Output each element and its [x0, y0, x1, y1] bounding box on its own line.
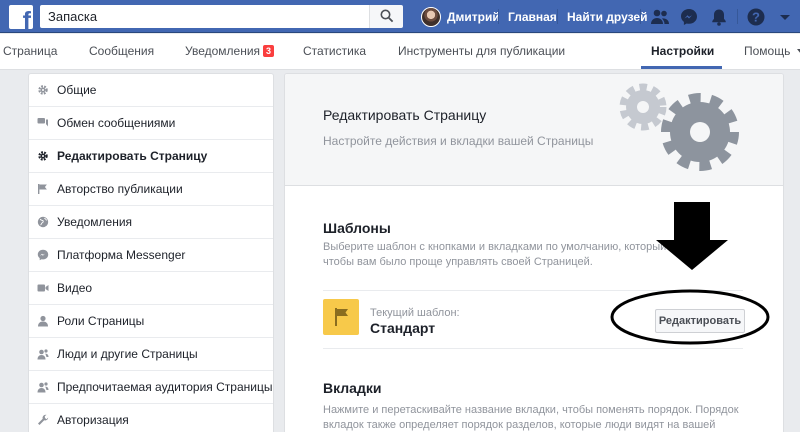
- home-link[interactable]: Главная: [508, 10, 557, 24]
- topbar-divider: [737, 9, 738, 24]
- topbar-divider: [498, 9, 499, 24]
- menu-item-label: Предпочитаемая аудитория Страницы: [57, 380, 273, 394]
- wrench-icon: [38, 414, 49, 425]
- friend-requests-icon[interactable]: [650, 7, 670, 27]
- messenger-icon: [37, 249, 49, 261]
- people-icon: [37, 349, 49, 360]
- template-icon: [323, 299, 359, 335]
- facebook-logo[interactable]: f: [9, 5, 33, 29]
- large-gear-icon: [661, 93, 739, 171]
- menu-item-page-roles[interactable]: Роли Страницы: [29, 305, 273, 338]
- menu-item-label: Уведомления: [57, 215, 133, 229]
- page-tabs: Страница Сообщения Уведомления 3 Статисти…: [0, 34, 800, 70]
- account-menu-icon[interactable]: [775, 7, 795, 27]
- tab-notifications[interactable]: Уведомления 3: [185, 44, 275, 58]
- menu-item-label: Люди и другие Страницы: [57, 347, 198, 361]
- tab-settings[interactable]: Настройки: [651, 44, 714, 58]
- menu-item-video[interactable]: Видео: [29, 272, 273, 305]
- gear-icon: [38, 151, 48, 161]
- menu-item-general[interactable]: Общие: [29, 74, 273, 107]
- flag-icon: [38, 184, 47, 194]
- tab-publishing-tools[interactable]: Инструменты для публикации: [398, 44, 565, 58]
- page-subtitle: Настройте действия и вкладки вашей Стран…: [323, 134, 594, 148]
- tabs-title: Вкладки: [323, 380, 382, 396]
- flag-icon: [335, 308, 348, 326]
- video-icon: [37, 284, 49, 292]
- current-template-name: Стандарт: [370, 320, 436, 336]
- panel-header: Редактировать Страницу Настройте действи…: [285, 74, 783, 186]
- menu-item-edit-page[interactable]: Редактировать Страницу: [29, 140, 273, 173]
- person-icon: [38, 315, 48, 327]
- menu-item-label: Авторизация: [57, 413, 129, 427]
- menu-item-messenger-platform[interactable]: Платформа Messenger: [29, 239, 273, 272]
- templates-desc-line: Выберите шаблон с кнопками и вкладками п…: [323, 241, 700, 253]
- templates-title: Шаблоны: [323, 220, 391, 236]
- settings-menu: Общие Обмен сообщениями Редактировать Ст…: [28, 73, 274, 432]
- help-icon[interactable]: ?: [746, 7, 766, 27]
- gear-icon: [38, 85, 48, 95]
- menu-item-label: Обмен сообщениями: [57, 116, 176, 130]
- menu-item-label: Редактировать Страницу: [57, 149, 208, 163]
- menu-item-authorization[interactable]: Авторизация: [29, 404, 273, 432]
- menu-item-label: Платформа Messenger: [57, 248, 186, 262]
- menu-item-label: Авторство публикации: [57, 182, 183, 196]
- notifications-count-badge: 3: [263, 45, 275, 57]
- svg-text:?: ?: [752, 10, 760, 25]
- people-icon: [37, 382, 49, 393]
- tabs-desc-line: Нажмите и перетаскивайте название вкладк…: [323, 404, 739, 416]
- top-bar: f Дмитрий Главная Найти друзей ?: [0, 0, 800, 33]
- menu-item-label: Роли Страницы: [57, 314, 145, 328]
- profile-link[interactable]: Дмитрий: [421, 5, 500, 28]
- divider: [323, 348, 743, 349]
- user-name: Дмитрий: [447, 9, 500, 24]
- menu-item-label: Видео: [57, 281, 93, 295]
- current-template-label: Текущий шаблон:: [370, 307, 460, 319]
- tab-help[interactable]: Помощь: [744, 44, 800, 58]
- tab-notifications-label: Уведомления: [185, 44, 261, 58]
- gears-illustration: [619, 83, 739, 171]
- tab-page[interactable]: Страница: [3, 44, 57, 58]
- avatar: [421, 6, 441, 27]
- globe-icon: [37, 216, 49, 228]
- menu-item-people-and-pages[interactable]: Люди и другие Страницы: [29, 338, 273, 371]
- messenger-icon[interactable]: [679, 7, 699, 27]
- tab-stats[interactable]: Статистика: [303, 44, 366, 58]
- topbar-divider: [557, 9, 558, 24]
- tabs-description: Нажмите и перетаскивайте название вкладк…: [323, 403, 743, 432]
- chat-icon: [37, 118, 48, 127]
- templates-desc-line: чтобы вам было проще управлять своей Стр…: [323, 256, 593, 268]
- small-gear-icon: [619, 83, 667, 131]
- menu-item-post-attribution[interactable]: Авторство публикации: [29, 173, 273, 206]
- edit-page-panel: Редактировать Страницу Настройте действи…: [284, 73, 784, 432]
- menu-item-messaging[interactable]: Обмен сообщениями: [29, 107, 273, 140]
- edit-template-button[interactable]: Редактировать: [655, 309, 745, 333]
- tab-help-label: Помощь: [744, 44, 791, 58]
- menu-item-notifications[interactable]: Уведомления: [29, 206, 273, 239]
- find-friends-link[interactable]: Найти друзей: [567, 10, 647, 24]
- tabs-desc-line: вкладок также определяет порядок раздело…: [323, 419, 716, 431]
- menu-item-label: Общие: [57, 83, 97, 97]
- tab-messages[interactable]: Сообщения: [89, 44, 154, 58]
- menu-item-preferred-audience[interactable]: Предпочитаемая аудитория Страницы: [29, 371, 273, 404]
- search-input[interactable]: [40, 5, 369, 28]
- templates-description: Выберите шаблон с кнопками и вкладками п…: [323, 240, 743, 270]
- search-icon: [380, 9, 394, 23]
- divider: [323, 290, 743, 291]
- page-title: Редактировать Страницу: [323, 107, 487, 123]
- topbar-divider: [640, 9, 641, 24]
- search-button[interactable]: [369, 5, 403, 28]
- active-tab-indicator: [641, 66, 722, 69]
- notifications-icon[interactable]: [709, 7, 729, 27]
